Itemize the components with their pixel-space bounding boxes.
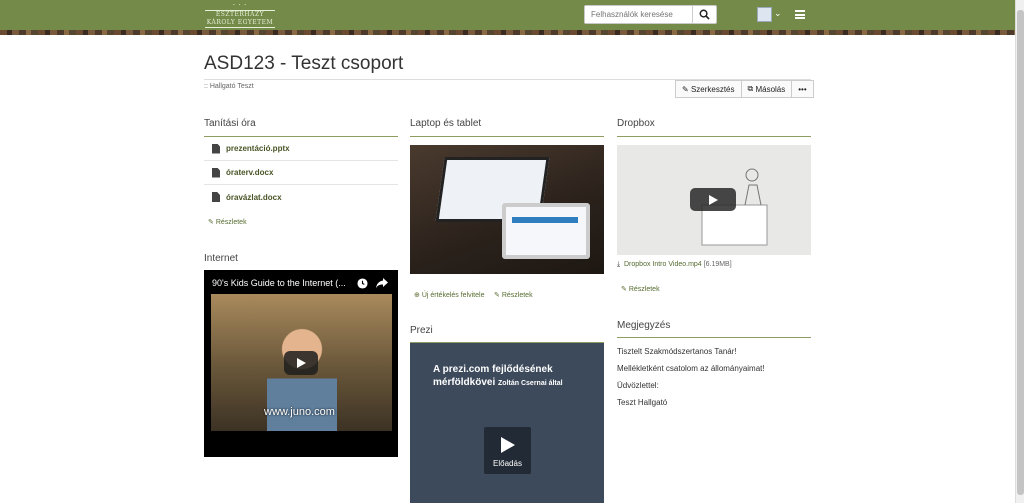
note-line: Teszt Hallgató bbox=[617, 398, 668, 407]
link-icon: ✎ bbox=[494, 292, 500, 299]
download-icon: ⤓ bbox=[617, 261, 621, 268]
search-button[interactable] bbox=[692, 6, 716, 23]
link-icon: ✎ bbox=[621, 286, 627, 293]
link-icon: ✎ bbox=[208, 219, 214, 226]
note-line: Tisztelt Szakmódszertanos Tanár! bbox=[617, 347, 737, 356]
chevron-down-icon[interactable]: ⌄ bbox=[774, 9, 782, 19]
search-bar bbox=[584, 5, 717, 24]
note-line: Üdvözlettel: bbox=[617, 381, 659, 390]
video-caption: www.juno.com bbox=[264, 406, 335, 418]
prezi-title: A prezi.com fejlődésének mérföldkövei Zol… bbox=[433, 364, 563, 388]
section-title-laptop: Laptop és tablet bbox=[410, 118, 482, 129]
logo-line-1: • • • bbox=[232, 2, 248, 7]
search-input[interactable] bbox=[585, 6, 692, 23]
avatar[interactable] bbox=[757, 7, 772, 22]
pencil-icon: ✎ bbox=[682, 84, 691, 94]
section-title-tanitasi-ora: Tanítási óra bbox=[204, 118, 256, 129]
share-icon[interactable] bbox=[376, 278, 388, 289]
file-icon bbox=[212, 143, 220, 154]
play-icon bbox=[501, 437, 515, 453]
copy-button[interactable]: ⧉ Másolás bbox=[741, 81, 793, 97]
section-divider bbox=[617, 136, 811, 137]
section-divider bbox=[617, 337, 811, 338]
decorative-stripe bbox=[0, 30, 1015, 35]
group-owner-link[interactable]: :: Hallgató Teszt bbox=[204, 83, 254, 90]
clock-icon[interactable] bbox=[357, 278, 368, 289]
page-title: ASD123 - Teszt csoport bbox=[204, 53, 404, 74]
top-bar bbox=[0, 0, 1015, 30]
details-link[interactable]: ✎ Részletek bbox=[208, 218, 247, 226]
file-item[interactable]: prezentáció.pptx bbox=[204, 137, 398, 161]
file-item[interactable]: óravázlat.docx bbox=[204, 185, 398, 209]
details-link[interactable]: ✎ Részletek bbox=[494, 291, 533, 299]
section-title-internet: Internet bbox=[204, 253, 238, 264]
edit-button[interactable]: ✎ Szerkesztés bbox=[676, 81, 742, 97]
section-title-dropbox: Dropbox bbox=[617, 118, 655, 129]
scrollbar[interactable] bbox=[1015, 0, 1024, 503]
section-divider bbox=[410, 136, 604, 137]
search-icon bbox=[699, 9, 710, 20]
group-actions: ✎ Szerkesztés ⧉ Másolás ••• bbox=[675, 80, 814, 98]
prezi-embed[interactable]: A prezi.com fejlődésének mérföldkövei Zol… bbox=[410, 343, 604, 503]
file-icon bbox=[212, 192, 220, 202]
details-link[interactable]: ✎ Részletek bbox=[621, 285, 660, 293]
university-logo[interactable]: • • • ESZTERHÁZY KÁROLY EGYETEM bbox=[205, 2, 275, 28]
play-button[interactable] bbox=[284, 351, 318, 375]
new-rating-link[interactable]: ⊕ Új értékelés felvitele bbox=[414, 291, 484, 299]
download-link[interactable]: ⤓ Dropbox Intro Video.mp4 [6.19MB] bbox=[617, 261, 732, 269]
video-title[interactable]: 90's Kids Guide to the Internet (... bbox=[212, 278, 346, 288]
play-button[interactable] bbox=[690, 188, 736, 211]
youtube-video[interactable]: 90's Kids Guide to the Internet (... www… bbox=[204, 270, 398, 457]
more-button[interactable]: ••• bbox=[792, 81, 813, 97]
hamburger-icon[interactable] bbox=[795, 10, 805, 19]
laptop-tablet-image[interactable] bbox=[410, 145, 604, 274]
file-item[interactable]: óraterv.docx bbox=[204, 161, 398, 185]
plus-circle-icon: ⊕ bbox=[414, 292, 420, 299]
section-title-megjegyzes: Megjegyzés bbox=[617, 320, 671, 331]
copy-icon: ⧉ bbox=[747, 84, 756, 93]
note-line: Mellékletként csatolom az állományaimat! bbox=[617, 364, 765, 373]
prezi-play-button[interactable]: Előadás bbox=[484, 427, 531, 474]
file-icon bbox=[212, 167, 220, 178]
section-title-prezi: Prezi bbox=[410, 325, 433, 336]
logo-line-2: ESZTERHÁZY KÁROLY EGYETEM bbox=[205, 10, 275, 28]
